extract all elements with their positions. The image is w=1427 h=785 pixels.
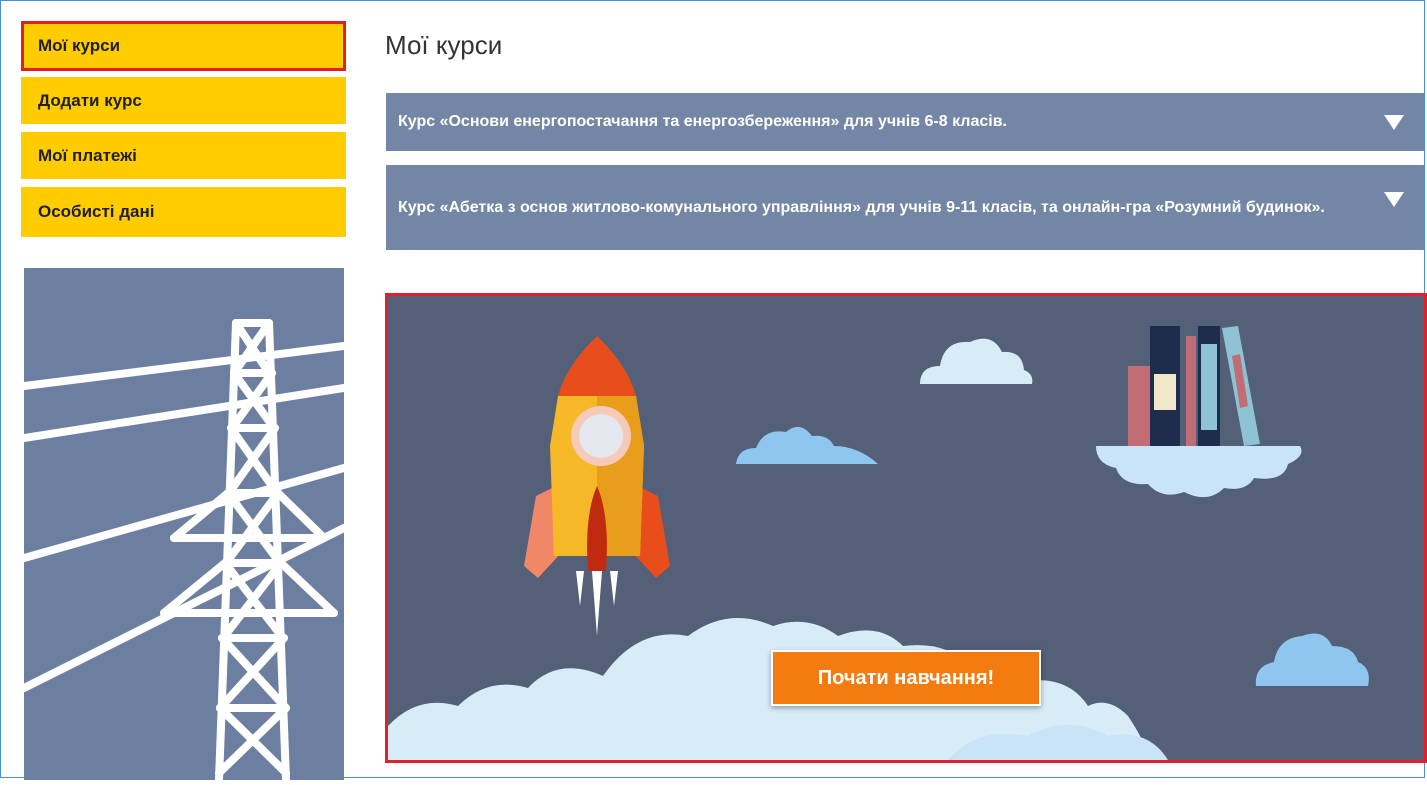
sidebar-item-my-payments[interactable]: Мої платежі bbox=[21, 132, 346, 179]
triangle-down-icon[interactable] bbox=[1384, 192, 1404, 207]
sidebar-item-add-course[interactable]: Додати курс bbox=[21, 77, 346, 124]
triangle-down-icon[interactable] bbox=[1384, 115, 1404, 130]
sidebar-item-my-courses[interactable]: Мої курси bbox=[21, 21, 346, 71]
course-title: Курс «Абетка з основ житлово-комунальног… bbox=[398, 199, 1325, 216]
cloud-illustration bbox=[920, 338, 1033, 384]
sidebar-nav: Мої курси Додати курс Мої платежі Особис… bbox=[21, 21, 346, 243]
course-accordion-housing[interactable]: Курс «Абетка з основ житлово-комунальног… bbox=[386, 165, 1424, 250]
cloud-illustration bbox=[736, 426, 878, 464]
cloud-illustration bbox=[1255, 633, 1369, 686]
rocket-illustration bbox=[524, 336, 670, 636]
books-illustration bbox=[1096, 326, 1302, 498]
course-title: Курс «Основи енергопостачання та енергоз… bbox=[398, 113, 1007, 130]
power-tower-illustration bbox=[20, 268, 348, 784]
sidebar-item-personal-data[interactable]: Особисті дані bbox=[21, 187, 346, 237]
start-learning-button[interactable]: Почати навчання! bbox=[771, 650, 1041, 706]
course-accordion-energy[interactable]: Курс «Основи енергопостачання та енергоз… bbox=[386, 93, 1424, 151]
page-title: Мої курси bbox=[385, 30, 503, 60]
